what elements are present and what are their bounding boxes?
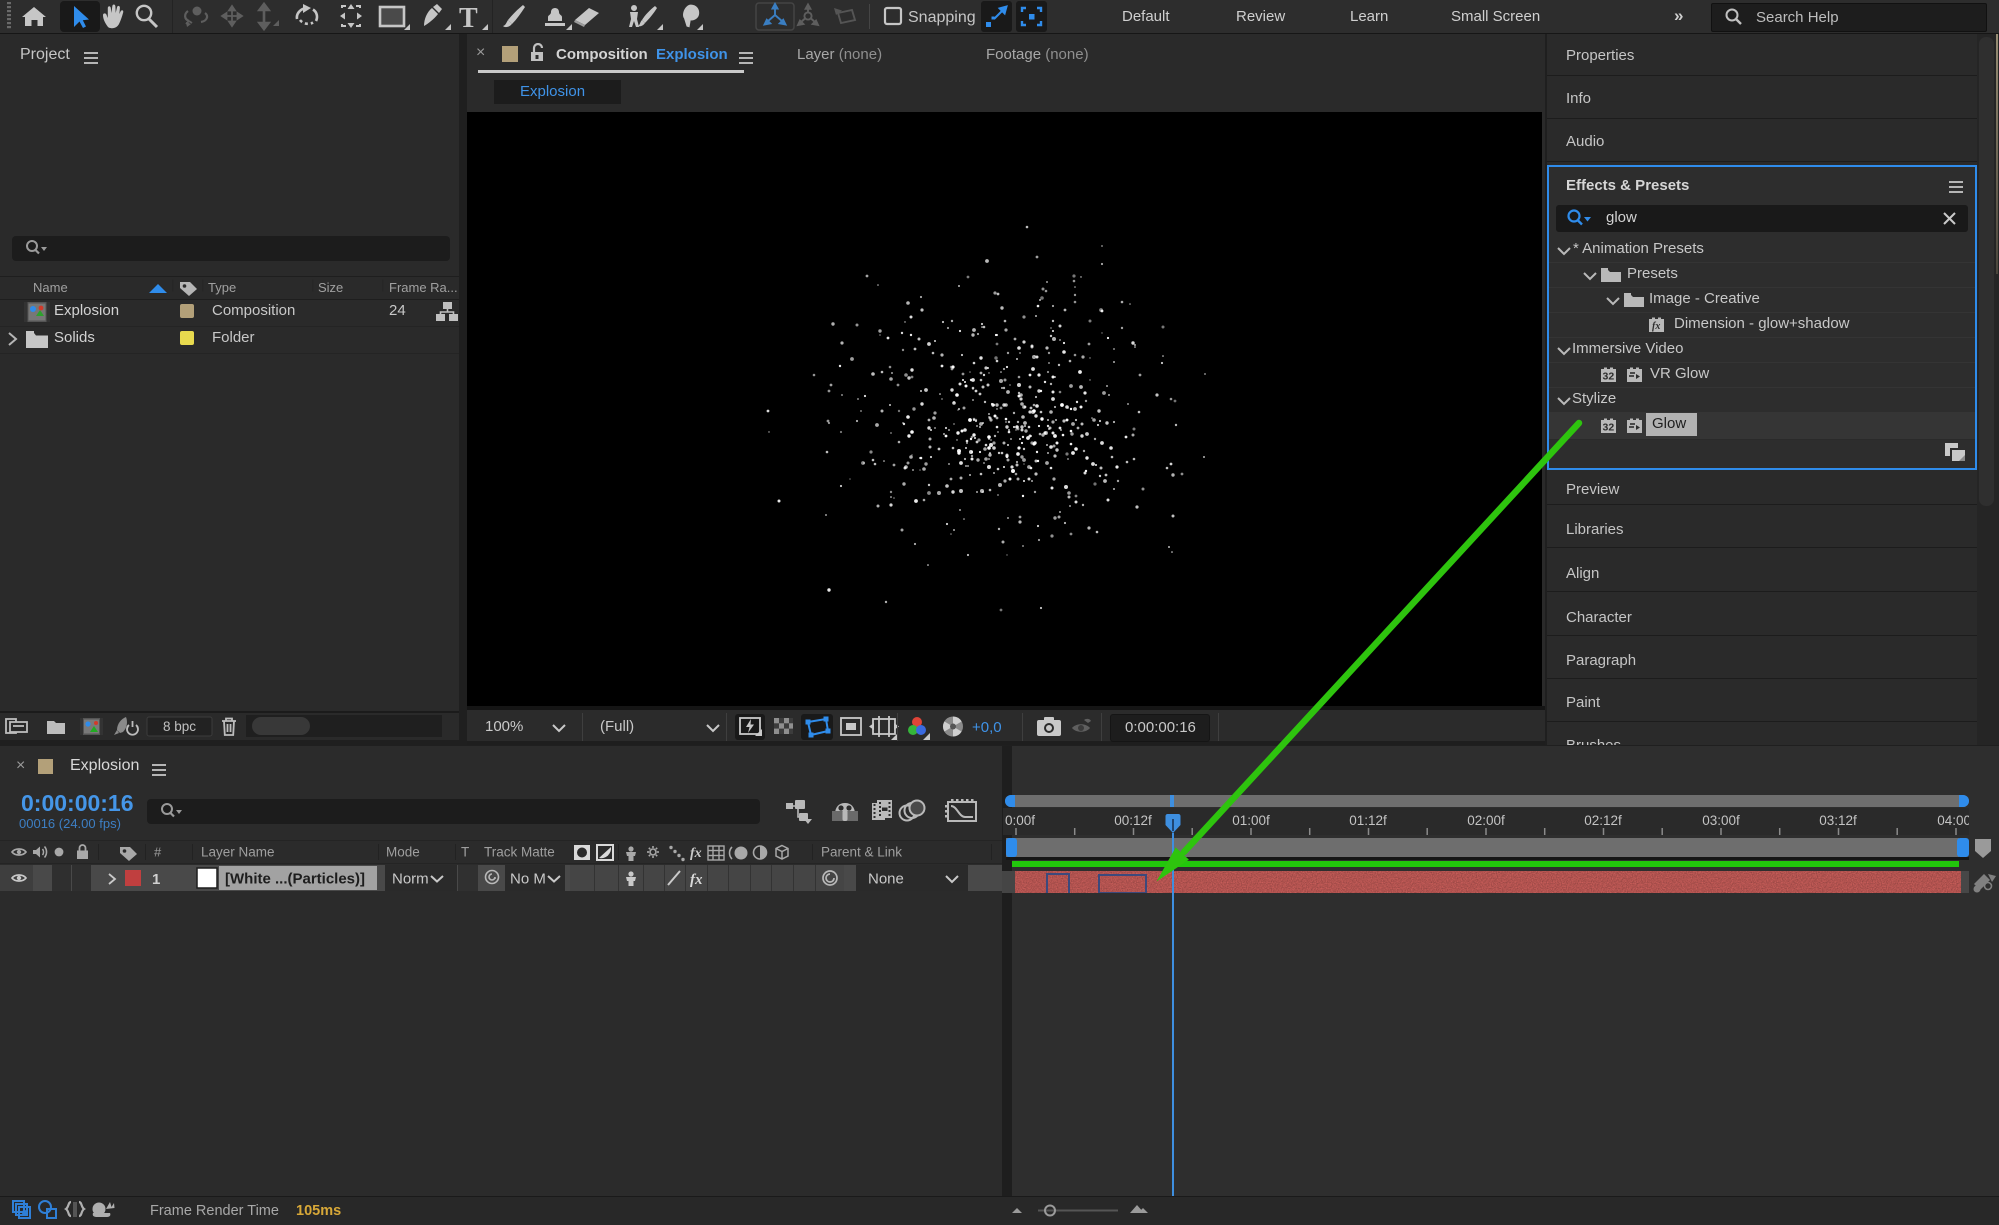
- svg-text:8 bpc: 8 bpc: [163, 719, 196, 734]
- svg-text:#: #: [154, 845, 162, 860]
- svg-text:Snapping: Snapping: [908, 9, 976, 26]
- svg-text:02:12f: 02:12f: [1584, 813, 1622, 828]
- svg-text:1: 1: [152, 871, 160, 888]
- svg-text:fx: fx: [1652, 321, 1660, 332]
- svg-text:00:12f: 00:12f: [1114, 813, 1152, 828]
- svg-text:+0,0: +0,0: [972, 719, 1002, 736]
- svg-text:T: T: [459, 3, 478, 33]
- svg-text:02:00f: 02:00f: [1467, 813, 1505, 828]
- svg-text:01:00f: 01:00f: [1232, 813, 1270, 828]
- svg-text:Layer Name: Layer Name: [201, 845, 275, 860]
- svg-text:0:00f: 0:00f: [1005, 813, 1035, 828]
- svg-text:Track Matte: Track Matte: [484, 845, 555, 860]
- svg-text:fx: fx: [690, 872, 703, 888]
- svg-text:Parent & Link: Parent & Link: [821, 845, 902, 860]
- svg-text:[White ...(Particles)]: [White ...(Particles)]: [225, 871, 365, 888]
- svg-text:Mode: Mode: [386, 845, 420, 860]
- svg-text:04:00f: 04:00f: [1937, 813, 1969, 828]
- svg-text:fx: fx: [690, 846, 702, 861]
- svg-text:01:12f: 01:12f: [1349, 813, 1387, 828]
- svg-text:None: None: [868, 871, 904, 888]
- svg-text:T: T: [461, 845, 469, 860]
- svg-text:32: 32: [1603, 422, 1615, 434]
- svg-text:32: 32: [1603, 371, 1615, 383]
- svg-text:03:00f: 03:00f: [1702, 813, 1740, 828]
- svg-text:03:12f: 03:12f: [1819, 813, 1857, 828]
- svg-text:Norm: Norm: [392, 871, 429, 888]
- svg-text:No M: No M: [510, 871, 546, 888]
